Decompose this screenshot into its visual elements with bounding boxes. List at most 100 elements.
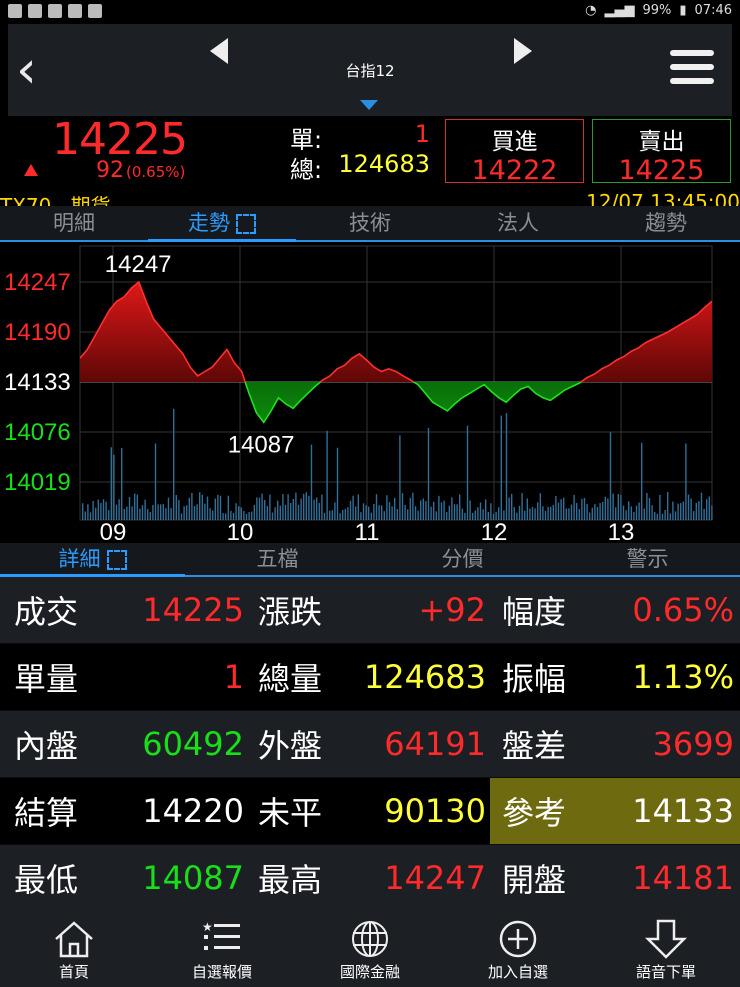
volume-bar [526, 498, 528, 520]
volume-bar [365, 505, 367, 520]
sell-button[interactable]: 賣出 14225 [592, 119, 731, 186]
previous-arrow-icon[interactable] [204, 36, 234, 66]
volume-bar [448, 505, 450, 520]
volume-bar [485, 499, 487, 520]
tab-institutional[interactable]: 法人 [444, 206, 592, 240]
volume-bar [599, 503, 601, 520]
volume-bar [131, 506, 133, 520]
tab-details[interactable]: 明細 [0, 206, 148, 240]
volume-bar [204, 503, 206, 520]
nav-home[interactable]: 首頁 [0, 911, 148, 987]
tab-price-volume[interactable]: 分價 [370, 543, 555, 575]
volume-bar [217, 494, 219, 520]
grid-label: 未平 [258, 794, 323, 832]
volume-bar [209, 508, 211, 520]
volume-bar [659, 494, 661, 520]
sell-label: 賣出 [638, 129, 685, 155]
volume-bar [438, 495, 440, 520]
volume-bar [589, 512, 591, 520]
buy-label: 買進 [491, 129, 538, 155]
grid-label: 幅度 [502, 593, 567, 631]
nav-voice-order[interactable]: 語音下單 [592, 911, 740, 987]
list-icon: ★ [202, 920, 240, 950]
intraday-chart[interactable]: 14247 14190 14133 14076 14019 09 10 11 12 13 14247… [0, 242, 740, 544]
volume-bar [160, 504, 162, 520]
tab-tendency[interactable]: 趨勢 [592, 206, 740, 240]
volume-bar [656, 513, 658, 520]
grid-row: 最低 14087 最高 14247 開盤 14181 [0, 845, 740, 912]
volume-bar [685, 443, 687, 520]
total-volume-label: 總: [290, 156, 323, 184]
volume-bar [303, 493, 305, 520]
volume-bar [128, 496, 131, 520]
volume-bar [630, 506, 632, 520]
grid-label: 最低 [14, 861, 79, 899]
volume-bar [258, 497, 261, 520]
volume-bar [92, 501, 94, 520]
volume-bar [581, 498, 583, 520]
y-tick-label: 14019 [4, 469, 71, 496]
volume-bar [641, 442, 643, 520]
fullscreen-icon[interactable] [106, 550, 127, 570]
volume-bar [451, 497, 453, 520]
volume-bar [490, 503, 492, 520]
volume-bar [191, 492, 193, 520]
volume-bar [693, 511, 695, 520]
nav-international[interactable]: 國際金融 [296, 911, 444, 987]
volume-bar [472, 512, 474, 520]
volume-bar [414, 506, 417, 520]
tab-detail[interactable]: 詳細 [0, 543, 185, 577]
volume-bar [305, 492, 307, 520]
top-nav: ‹ 台指12 [8, 24, 732, 116]
volume-bar [180, 513, 183, 520]
dropdown-caret-icon[interactable] [360, 100, 378, 110]
volume-bar [147, 509, 149, 520]
volume-bar [654, 511, 656, 520]
volume-bar [297, 504, 300, 520]
low-annotation: 14087 [228, 431, 295, 458]
tab-technical[interactable]: 技術 [296, 206, 444, 240]
buy-button[interactable]: 買進 14222 [445, 119, 584, 186]
volume-bar [118, 499, 120, 520]
down-arrow-icon [644, 919, 688, 959]
volume-bar [711, 505, 713, 520]
nav-add-watchlist[interactable]: 加入自選 [444, 911, 592, 987]
tab-order-book[interactable]: 五檔 [185, 543, 370, 575]
volume-bar [329, 510, 331, 520]
volume-bar [219, 495, 222, 520]
back-icon[interactable]: ‹ [16, 42, 56, 98]
volume-bar [238, 506, 240, 520]
volume-bar [89, 512, 92, 520]
signal-icon: ▂▄▆ [604, 3, 635, 18]
volume-bar [323, 512, 326, 520]
chart-frame [79, 245, 713, 521]
page-title[interactable]: 台指12 [308, 60, 432, 81]
grid-label: 最高 [258, 861, 323, 899]
volume-bar [542, 506, 544, 520]
volume-bar [651, 505, 653, 520]
tab-trend[interactable]: 走勢 [148, 206, 296, 242]
volume-bar [698, 501, 700, 520]
battery-icon: ▮ [679, 3, 687, 18]
volume-bar [643, 508, 645, 520]
volume-bar [212, 510, 214, 520]
next-arrow-icon[interactable] [508, 36, 538, 66]
unit-volume-value: 1 [414, 120, 430, 148]
nav-watchlist[interactable]: ★ 自選報價 [148, 911, 296, 987]
volume-bar [586, 504, 588, 520]
volume-bar [602, 501, 604, 520]
volume-bar [552, 504, 554, 520]
quote-detail-grid: 成交 14225 漲跌 +92 幅度 0.65% 單量 1 總量 124683 振幅 1.13% 內盤 6… [0, 577, 740, 912]
volume-bar [206, 496, 209, 520]
volume-bar [505, 413, 508, 520]
volume-bar [334, 502, 336, 520]
sell-price: 14225 [618, 155, 705, 186]
volume-bar [157, 504, 159, 520]
hamburger-menu-icon[interactable] [670, 50, 714, 90]
fullscreen-icon[interactable] [236, 214, 256, 234]
tab-label: 趨勢 [645, 211, 687, 235]
grid-value: 90130 [384, 792, 486, 830]
tab-alerts[interactable]: 警示 [555, 543, 740, 575]
grid-value: 1.13% [632, 658, 734, 696]
volume-bar [214, 498, 216, 520]
